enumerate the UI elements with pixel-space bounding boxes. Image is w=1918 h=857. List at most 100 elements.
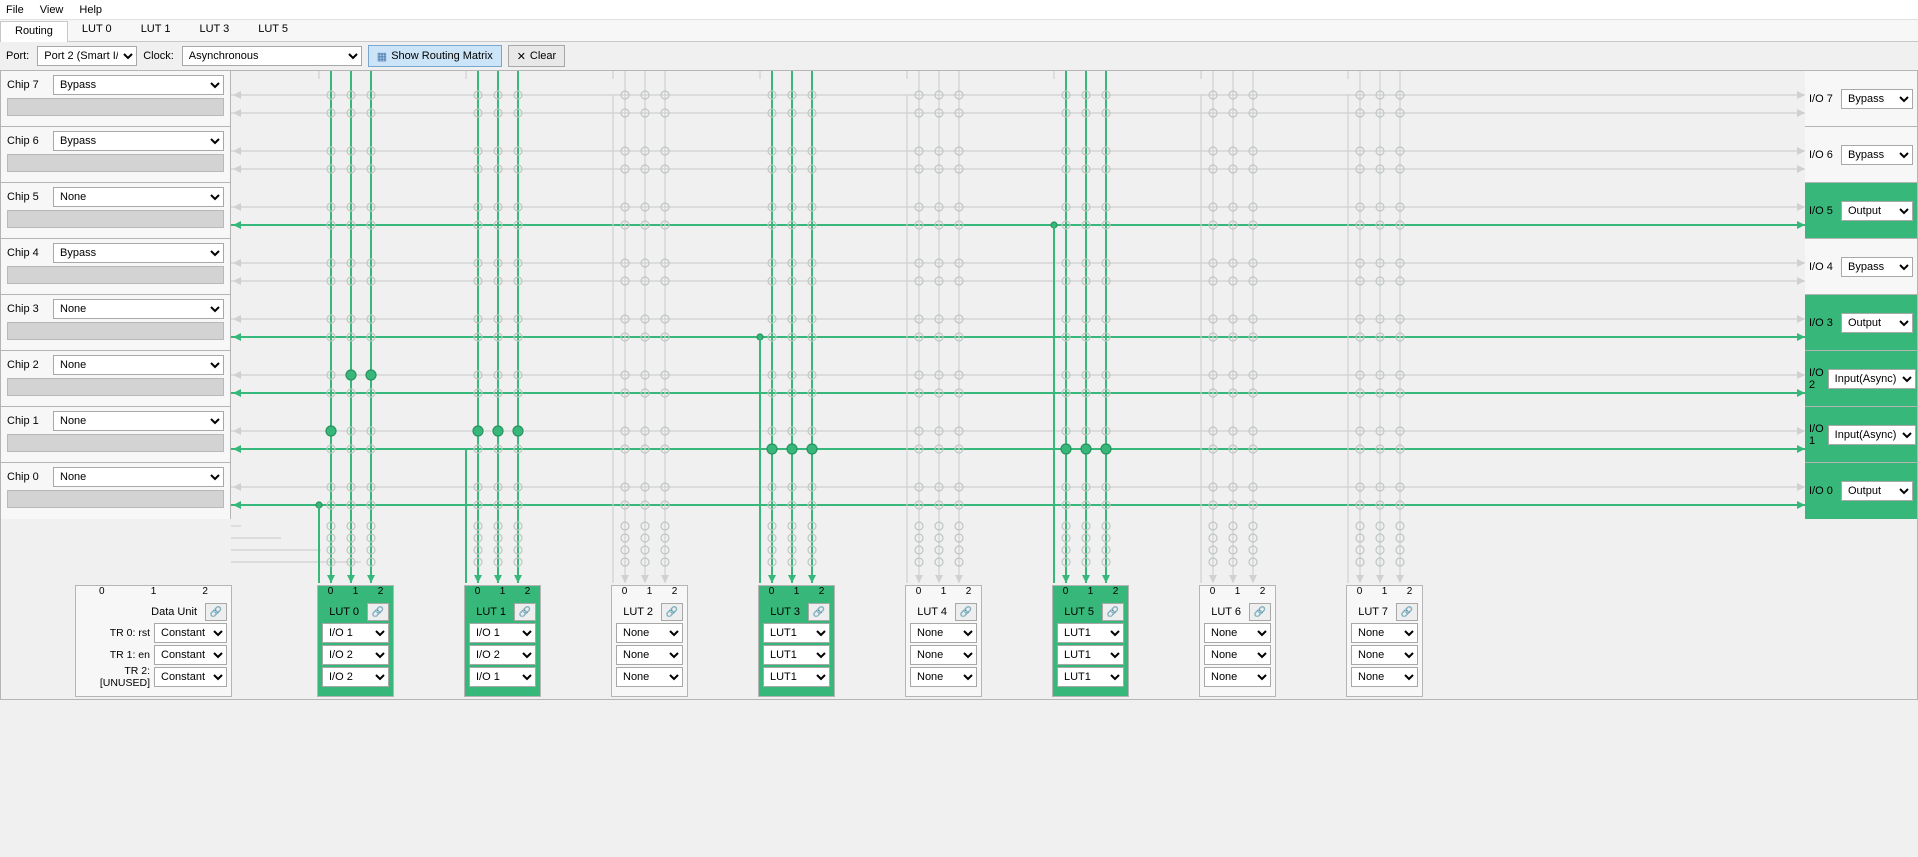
lut-title: LUT 6	[1204, 606, 1245, 618]
lut-7-input-1[interactable]: None	[1351, 645, 1418, 665]
col-header: 2	[515, 586, 540, 602]
du-row-label: TR 1: en	[80, 649, 150, 661]
chip-label: Chip 2	[7, 359, 47, 371]
link-icon[interactable]: 🔗	[955, 603, 977, 621]
io-select-3[interactable]: Output	[1841, 313, 1913, 333]
tab-lut-5[interactable]: LUT 5	[244, 20, 303, 41]
lut-4-input-2[interactable]: None	[910, 667, 977, 687]
chip-slider[interactable]	[7, 322, 224, 340]
chip-select-0[interactable]: None	[53, 467, 224, 487]
col-header: 1	[1078, 586, 1103, 602]
io-select-6[interactable]: Bypass	[1841, 145, 1913, 165]
lut-0-input-0[interactable]: I/O 1	[322, 623, 389, 643]
col-header: 1	[1372, 586, 1397, 602]
lut-1-input-0[interactable]: I/O 1	[469, 623, 536, 643]
lut-7-input-0[interactable]: None	[1351, 623, 1418, 643]
lut-3-input-2[interactable]: LUT1	[763, 667, 830, 687]
lut-title: LUT 7	[1351, 606, 1392, 618]
io-row-2: I/O 2 Input(Async)	[1805, 351, 1917, 407]
lut-title: LUT 5	[1057, 606, 1098, 618]
chip-label: Chip 4	[7, 247, 47, 259]
lut-5-input-2[interactable]: LUT1	[1057, 667, 1124, 687]
menu-file[interactable]: File	[6, 4, 24, 16]
tab-lut-3[interactable]: LUT 3	[185, 20, 244, 41]
io-row-5: I/O 5Output	[1805, 183, 1917, 239]
lut-2-input-2[interactable]: None	[616, 667, 683, 687]
lut-title: LUT 3	[763, 606, 804, 618]
du-row-label: TR 2: [UNUSED]	[80, 665, 150, 689]
tab-lut-1[interactable]: LUT 1	[127, 20, 186, 41]
col-header: 2	[368, 586, 393, 602]
du-row-select-0[interactable]: Constant 0	[154, 623, 227, 643]
routing-canvas: Chip 7BypassChip 6BypassChip 5NoneChip 4…	[0, 70, 1918, 700]
du-row-select-1[interactable]: Constant 0	[154, 645, 227, 665]
lut-3-input-0[interactable]: LUT1	[763, 623, 830, 643]
link-icon[interactable]: 🔗	[1102, 603, 1124, 621]
lut-7-input-2[interactable]: None	[1351, 667, 1418, 687]
lut-title: LUT 2	[616, 606, 657, 618]
chip-select-7[interactable]: Bypass	[53, 75, 224, 95]
chip-select-4[interactable]: Bypass	[53, 243, 224, 263]
lut-0-input-1[interactable]: I/O 2	[322, 645, 389, 665]
link-icon[interactable]: 🔗	[367, 603, 389, 621]
io-label: I/O 0	[1809, 485, 1837, 497]
lut-4-input-0[interactable]: None	[910, 623, 977, 643]
link-icon[interactable]: 🔗	[661, 603, 683, 621]
lut-5-input-0[interactable]: LUT1	[1057, 623, 1124, 643]
col-header: 2	[179, 586, 231, 602]
chip-slider[interactable]	[7, 266, 224, 284]
menu-help[interactable]: Help	[79, 4, 102, 16]
chip-select-1[interactable]: None	[53, 411, 224, 431]
clock-select[interactable]: Asynchronous	[182, 46, 362, 66]
col-header: 0	[612, 586, 637, 602]
io-select-1[interactable]: Input(Async)	[1828, 425, 1916, 445]
lut-1-input-2[interactable]: I/O 1	[469, 667, 536, 687]
lut-0-input-2[interactable]: I/O 2	[322, 667, 389, 687]
link-icon[interactable]: 🔗	[1396, 603, 1418, 621]
chip-slider[interactable]	[7, 154, 224, 172]
lut-title: LUT 4	[910, 606, 951, 618]
lut-6-input-0[interactable]: None	[1204, 623, 1271, 643]
io-select-0[interactable]: Output	[1841, 481, 1913, 501]
io-select-4[interactable]: Bypass	[1841, 257, 1913, 277]
lut-2-input-0[interactable]: None	[616, 623, 683, 643]
link-icon[interactable]: 🔗	[808, 603, 830, 621]
io-label: I/O 2	[1809, 367, 1824, 391]
lut-box-2: 012LUT 2🔗NoneNoneNone	[611, 585, 688, 697]
menu-view[interactable]: View	[40, 4, 64, 16]
link-icon[interactable]: 🔗	[1249, 603, 1271, 621]
io-select-5[interactable]: Output	[1841, 201, 1913, 221]
lut-1-input-1[interactable]: I/O 2	[469, 645, 536, 665]
io-column: I/O 7BypassI/O 6BypassI/O 5OutputI/O 4By…	[1805, 71, 1917, 519]
col-header: 2	[1397, 586, 1422, 602]
chip-slider[interactable]	[7, 210, 224, 228]
lut-5-input-1[interactable]: LUT1	[1057, 645, 1124, 665]
io-row-0: I/O 0 Output	[1805, 463, 1917, 519]
clear-button[interactable]: ✕ Clear	[508, 45, 566, 67]
chip-slider[interactable]	[7, 98, 224, 116]
lut-2-input-1[interactable]: None	[616, 645, 683, 665]
lut-3-input-1[interactable]: LUT1	[763, 645, 830, 665]
lut-6-input-1[interactable]: None	[1204, 645, 1271, 665]
col-header: 0	[759, 586, 784, 602]
link-icon[interactable]: 🔗	[205, 603, 227, 621]
chip-select-5[interactable]: None	[53, 187, 224, 207]
lut-4-input-1[interactable]: None	[910, 645, 977, 665]
show-routing-matrix-button[interactable]: ▦ Show Routing Matrix	[368, 45, 502, 67]
chip-slider[interactable]	[7, 490, 224, 508]
link-icon[interactable]: 🔗	[514, 603, 536, 621]
col-header: 1	[1225, 586, 1250, 602]
chip-slider[interactable]	[7, 434, 224, 452]
io-select-7[interactable]: Bypass	[1841, 89, 1913, 109]
port-select[interactable]: Port 2 (Smart I/O 0)	[37, 46, 137, 66]
lut-6-input-2[interactable]: None	[1204, 667, 1271, 687]
io-select-2[interactable]: Input(Async)	[1828, 369, 1916, 389]
du-row-select-2[interactable]: Constant 0	[154, 667, 227, 687]
chip-select-3[interactable]: None	[53, 299, 224, 319]
chip-select-2[interactable]: None	[53, 355, 224, 375]
tab-routing[interactable]: Routing	[0, 21, 68, 42]
tab-lut-0[interactable]: LUT 0	[68, 20, 127, 41]
lut-box-4: 012LUT 4🔗NoneNoneNone	[905, 585, 982, 697]
chip-slider[interactable]	[7, 378, 224, 396]
chip-select-6[interactable]: Bypass	[53, 131, 224, 151]
